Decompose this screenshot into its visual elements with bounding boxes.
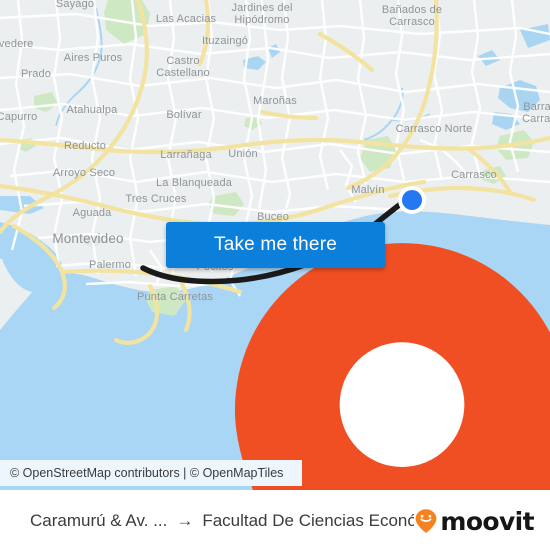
dot-core <box>402 190 422 210</box>
current-location-dot-icon[interactable] <box>398 186 426 214</box>
moovit-pin-icon <box>415 509 437 533</box>
map-canvas[interactable]: Sayago Las Acacias Jardines del Hipódromo… <box>0 0 550 490</box>
take-me-there-button[interactable]: Take me there <box>166 222 385 268</box>
moovit-logo[interactable]: moovit <box>414 506 535 536</box>
map-attribution: © OpenStreetMap contributors | © OpenMap… <box>0 460 302 486</box>
moovit-wordmark: moovit <box>440 506 534 536</box>
destination-pin-icon[interactable] <box>127 232 550 490</box>
arrow-right-icon: → <box>176 511 194 530</box>
trip-footer: Caramurú & Av. ... → Facultad De Ciencia… <box>0 490 550 551</box>
attribution-text[interactable]: © OpenStreetMap contributors | © OpenMap… <box>0 466 283 480</box>
moovit-trip-preview: Sayago Las Acacias Jardines del Hipódromo… <box>0 0 550 551</box>
route-origin: Caramurú & Av. ... <box>30 511 168 530</box>
route-destination: Facultad De Ciencias Económic... <box>202 511 415 530</box>
route-summary: Caramurú & Av. ... → Facultad De Ciencia… <box>30 511 414 531</box>
